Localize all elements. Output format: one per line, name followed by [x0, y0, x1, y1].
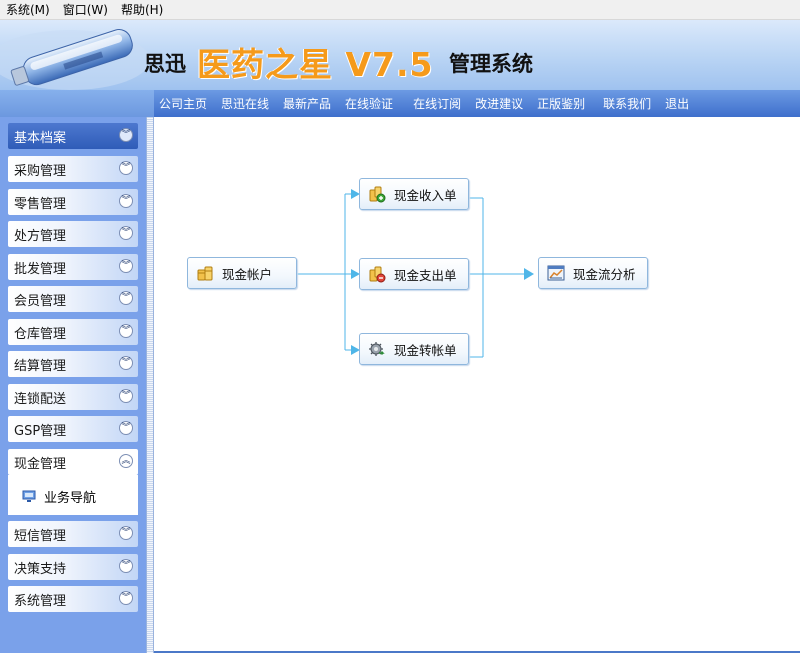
- monitor-icon: [22, 490, 36, 502]
- chevron-double-down-icon[interactable]: ︾: [119, 591, 133, 605]
- sidebar-item-label: 现金管理: [14, 456, 67, 472]
- chevron-double-down-icon[interactable]: ︾: [119, 421, 133, 435]
- sidebar-item-label: 会员管理: [14, 293, 67, 309]
- chevron-double-down-icon[interactable]: ︾: [119, 161, 133, 175]
- chevron-double-down-icon[interactable]: ︾: [119, 194, 133, 208]
- submenu-item-business-navigation[interactable]: 业务导航: [22, 487, 96, 506]
- chevron-double-down-icon[interactable]: ︾: [119, 526, 133, 540]
- nav-new-products[interactable]: 最新产品: [283, 95, 331, 112]
- brand-suffix: 管理系统: [449, 52, 533, 76]
- nav-contact-us[interactable]: 联系我们: [603, 95, 651, 112]
- chevron-double-down-icon[interactable]: ︾: [119, 559, 133, 573]
- sidebar-item-members[interactable]: 会员管理 ︾: [8, 286, 138, 312]
- menu-help[interactable]: 帮助(H): [115, 0, 170, 20]
- node-cash-transfer[interactable]: 现金转帐单: [359, 333, 469, 365]
- sidebar-item-label: 短信管理: [14, 528, 67, 544]
- coins-remove-icon: [369, 266, 386, 283]
- nav-online-subscribe[interactable]: 在线订阅: [413, 95, 461, 112]
- chart-window-icon: [547, 265, 565, 281]
- sidebar-item-label: 决策支持: [14, 561, 67, 577]
- sidebar-item-label: GSP管理: [14, 423, 67, 439]
- chevron-double-down-icon[interactable]: ︾: [119, 291, 133, 305]
- sidebar-item-prescription[interactable]: 处方管理 ︾: [8, 221, 138, 247]
- workspace: 现金帐户 现金收入单 现金支出单 现金转帐单 现金流分析: [154, 117, 800, 653]
- sidebar-item-label: 系统管理: [14, 593, 67, 609]
- sidebar-item-wholesale[interactable]: 批发管理 ︾: [8, 254, 138, 280]
- brand-name: 医药之星 V7.5: [197, 45, 434, 84]
- node-cash-payment[interactable]: 现金支出单: [359, 258, 469, 290]
- chevron-double-down-icon[interactable]: ︾: [119, 324, 133, 338]
- chevron-double-down-icon[interactable]: ︾: [119, 356, 133, 370]
- sidebar-item-purchase[interactable]: 采购管理 ︾: [8, 156, 138, 182]
- node-label: 现金流分析: [573, 266, 636, 282]
- transfer-gear-icon: [369, 342, 385, 356]
- sidebar-item-settlement[interactable]: 结算管理 ︾: [8, 351, 138, 377]
- sidebar-item-gsp[interactable]: GSP管理 ︾: [8, 416, 138, 442]
- navbar-left-strip: [0, 90, 154, 117]
- sidebar-item-label: 采购管理: [14, 163, 67, 179]
- sidebar-item-label: 结算管理: [14, 358, 67, 374]
- node-label: 现金收入单: [394, 187, 457, 203]
- sidebar-item-warehouse[interactable]: 仓库管理 ︾: [8, 319, 138, 345]
- nav-sixun-online[interactable]: 思迅在线: [221, 95, 269, 112]
- sidebar-item-label: 处方管理: [14, 228, 67, 244]
- node-cash-account[interactable]: 现金帐户: [187, 257, 297, 289]
- cash-submenu: 业务导航: [8, 475, 138, 515]
- menu-system[interactable]: 系统(M): [0, 0, 57, 20]
- node-label: 现金转帐单: [394, 342, 457, 358]
- flow-connectors: [296, 189, 534, 358]
- top-nav: 公司主页 思迅在线 最新产品 在线验证 在线订阅 改进建议 正版鉴别 联系我们 …: [154, 90, 800, 117]
- sidebar-item-label: 基本档案: [14, 130, 67, 146]
- nav-genuine-check[interactable]: 正版鉴别: [537, 95, 585, 112]
- sidebar: 基本档案 ︾ 采购管理 ︾ 零售管理 ︾ 处方管理 ︾ 批发管理 ︾ 会员管理 …: [0, 117, 146, 653]
- app-banner: 思迅 医药之星 V7.5 管理系统: [0, 20, 800, 90]
- coins-add-icon: [369, 186, 386, 203]
- node-label: 现金帐户: [222, 266, 273, 282]
- nav-suggestions[interactable]: 改进建议: [475, 95, 523, 112]
- sidebar-item-chain-distribution[interactable]: 连锁配送 ︾: [8, 384, 138, 410]
- sidebar-item-system[interactable]: 系统管理 ︾: [8, 586, 138, 612]
- node-label: 现金支出单: [394, 267, 457, 283]
- menu-bar: 系统(M) 窗口(W) 帮助(H): [0, 0, 800, 20]
- sidebar-item-retail[interactable]: 零售管理 ︾: [8, 189, 138, 215]
- node-cashflow-analysis[interactable]: 现金流分析: [538, 257, 648, 289]
- brand-prefix: 思迅: [144, 52, 186, 76]
- sidebar-item-label: 批发管理: [14, 261, 67, 277]
- nav-online-verify[interactable]: 在线验证: [345, 95, 393, 112]
- sidebar-splitter[interactable]: [146, 117, 154, 653]
- sidebar-item-decision-support[interactable]: 决策支持 ︾: [8, 554, 138, 580]
- sidebar-item-label: 零售管理: [14, 196, 67, 212]
- chevron-double-up-icon[interactable]: ︽: [119, 454, 133, 468]
- sidebar-item-label: 连锁配送: [14, 391, 67, 407]
- usb-key-logo-icon: [0, 29, 150, 90]
- sidebar-item-basic-archive[interactable]: 基本档案 ︾: [8, 123, 138, 149]
- nav-company-home[interactable]: 公司主页: [159, 95, 207, 112]
- sidebar-item-label: 仓库管理: [14, 326, 67, 342]
- chevron-double-down-icon[interactable]: ︾: [119, 259, 133, 273]
- chevron-double-down-icon[interactable]: ︾: [119, 226, 133, 240]
- chevron-double-down-icon[interactable]: ︾: [119, 389, 133, 403]
- arrow-head-icon: [524, 268, 534, 280]
- sidebar-item-cash[interactable]: 现金管理 ︽: [8, 449, 138, 475]
- sidebar-item-sms[interactable]: 短信管理 ︾: [8, 521, 138, 547]
- menu-window[interactable]: 窗口(W): [57, 0, 115, 20]
- nav-exit[interactable]: 退出: [665, 95, 689, 112]
- coins-icon: [197, 266, 213, 281]
- submenu-item-label: 业务导航: [44, 491, 97, 506]
- chevron-double-down-icon[interactable]: ︾: [119, 128, 133, 142]
- node-cash-receipt[interactable]: 现金收入单: [359, 178, 469, 210]
